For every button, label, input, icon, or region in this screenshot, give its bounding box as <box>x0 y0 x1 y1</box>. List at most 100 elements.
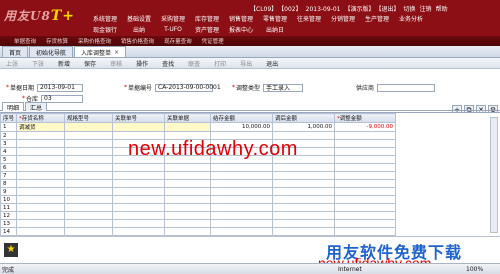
table-cell[interactable]: 调减货 <box>16 122 65 132</box>
column-header[interactable]: 调后金额 <box>272 113 335 123</box>
quick-link[interactable]: 销售价格查询 <box>121 37 154 45</box>
table-cell[interactable] <box>64 147 113 156</box>
table-cell[interactable] <box>112 122 165 132</box>
table-cell[interactable] <box>112 203 165 212</box>
status-item[interactable]: 帮助 <box>436 6 448 13</box>
table-cell[interactable] <box>334 147 396 156</box>
table-cell[interactable] <box>64 155 113 164</box>
menu-item[interactable]: 出纳日 <box>258 25 292 34</box>
status-item[interactable]: 切换 <box>404 6 416 13</box>
table-cell[interactable] <box>112 163 165 172</box>
toolbar-button[interactable]: 下张 <box>32 59 44 68</box>
tab-item[interactable]: 入库调整单 × <box>74 46 127 57</box>
table-cell[interactable] <box>64 219 113 228</box>
table-cell[interactable] <box>16 195 65 204</box>
toolbar-button[interactable]: 打印 <box>214 59 226 68</box>
table-cell[interactable] <box>164 203 211 212</box>
table-cell[interactable] <box>272 187 335 196</box>
table-cell[interactable] <box>272 171 335 180</box>
table-cell[interactable] <box>112 179 165 188</box>
table-cell[interactable] <box>64 211 113 220</box>
menu-item[interactable]: 零售管理 <box>258 14 292 23</box>
toolbar-button[interactable]: 导出 <box>240 59 252 68</box>
table-cell[interactable] <box>164 227 211 236</box>
table-cell[interactable] <box>164 163 211 172</box>
table-cell[interactable] <box>164 122 211 132</box>
table-cell[interactable] <box>210 195 273 204</box>
table-cell[interactable] <box>16 179 65 188</box>
menu-item[interactable]: 报表中心 <box>224 25 258 34</box>
table-cell[interactable] <box>16 227 65 236</box>
table-cell[interactable] <box>64 187 113 196</box>
column-header[interactable]: *存货名称 <box>16 113 65 123</box>
subtab-item[interactable]: 汇总 <box>25 102 48 112</box>
table-row[interactable]: 6 <box>0 163 396 172</box>
table-cell[interactable] <box>334 187 396 196</box>
menu-item[interactable]: 业务分析 <box>394 14 428 23</box>
table-cell[interactable] <box>16 203 65 212</box>
menu-item[interactable]: 现金银行 <box>88 25 122 34</box>
toolbar-button[interactable]: 上张 <box>6 59 18 68</box>
table-row[interactable]: 9 <box>0 187 396 196</box>
table-cell[interactable] <box>272 203 335 212</box>
table-cell[interactable] <box>334 163 396 172</box>
table-cell[interactable] <box>112 187 165 196</box>
toolbar-button[interactable]: 审核 <box>110 59 122 68</box>
table-cell[interactable] <box>164 195 211 204</box>
table-cell[interactable] <box>334 171 396 180</box>
toolbar-button[interactable]: 操作 <box>136 59 148 68</box>
status-item[interactable]: 【退出】 <box>379 6 400 13</box>
menu-item[interactable]: 系统管理 <box>88 14 122 23</box>
menu-item[interactable]: 往来管理 <box>292 14 326 23</box>
menu-item[interactable]: 库存管理 <box>190 14 224 23</box>
table-cell[interactable] <box>210 219 273 228</box>
table-cell[interactable] <box>16 147 65 156</box>
quick-link[interactable]: 凭证管理 <box>202 37 224 45</box>
table-cell[interactable] <box>272 227 335 236</box>
table-cell[interactable] <box>112 211 165 220</box>
table-cell[interactable] <box>112 219 165 228</box>
table-cell[interactable] <box>334 155 396 164</box>
table-cell[interactable] <box>164 219 211 228</box>
table-cell[interactable] <box>164 171 211 180</box>
column-header[interactable]: 关联单号 <box>112 113 165 123</box>
table-row[interactable]: 14 <box>0 227 396 236</box>
supplier-input[interactable] <box>377 83 436 92</box>
table-cell[interactable] <box>210 163 273 172</box>
table-row[interactable]: 8 <box>0 179 396 188</box>
quick-link[interactable]: 采购价格查询 <box>78 37 111 45</box>
table-cell[interactable] <box>210 171 273 180</box>
column-header[interactable]: 序号 <box>0 113 17 123</box>
table-cell[interactable] <box>272 211 335 220</box>
table-cell[interactable] <box>272 179 335 188</box>
table-cell[interactable] <box>112 171 165 180</box>
table-cell[interactable] <box>272 219 335 228</box>
table-cell[interactable]: 1,000.00 <box>272 122 335 132</box>
table-cell[interactable] <box>210 203 273 212</box>
table-cell[interactable] <box>164 211 211 220</box>
table-cell[interactable]: 10,000.00 <box>210 122 273 132</box>
type-select[interactable]: 手工录入 <box>263 83 304 92</box>
tab-item[interactable]: 首页 <box>2 46 29 57</box>
table-cell[interactable] <box>16 187 65 196</box>
tab-item[interactable]: 初始化导航 <box>29 46 74 57</box>
table-cell[interactable] <box>334 179 396 188</box>
column-header[interactable]: 结存金额 <box>210 113 273 123</box>
subtab-item[interactable]: 明细 <box>2 102 25 112</box>
quick-link[interactable]: 单据查询 <box>14 37 36 45</box>
table-cell[interactable] <box>210 179 273 188</box>
table-cell[interactable] <box>334 219 396 228</box>
table-row[interactable]: 12 <box>0 211 396 220</box>
table-cell[interactable] <box>210 211 273 220</box>
menu-item[interactable]: 分销管理 <box>326 14 360 23</box>
table-cell[interactable] <box>210 227 273 236</box>
status-item[interactable]: 注销 <box>420 6 432 13</box>
table-cell[interactable] <box>272 195 335 204</box>
menu-item[interactable]: 基础设置 <box>122 14 156 23</box>
table-cell[interactable] <box>164 187 211 196</box>
table-cell[interactable] <box>64 171 113 180</box>
toolbar-button[interactable]: 保存 <box>84 59 96 68</box>
table-cell[interactable] <box>272 163 335 172</box>
table-cell[interactable] <box>64 179 113 188</box>
table-cell[interactable] <box>64 227 113 236</box>
